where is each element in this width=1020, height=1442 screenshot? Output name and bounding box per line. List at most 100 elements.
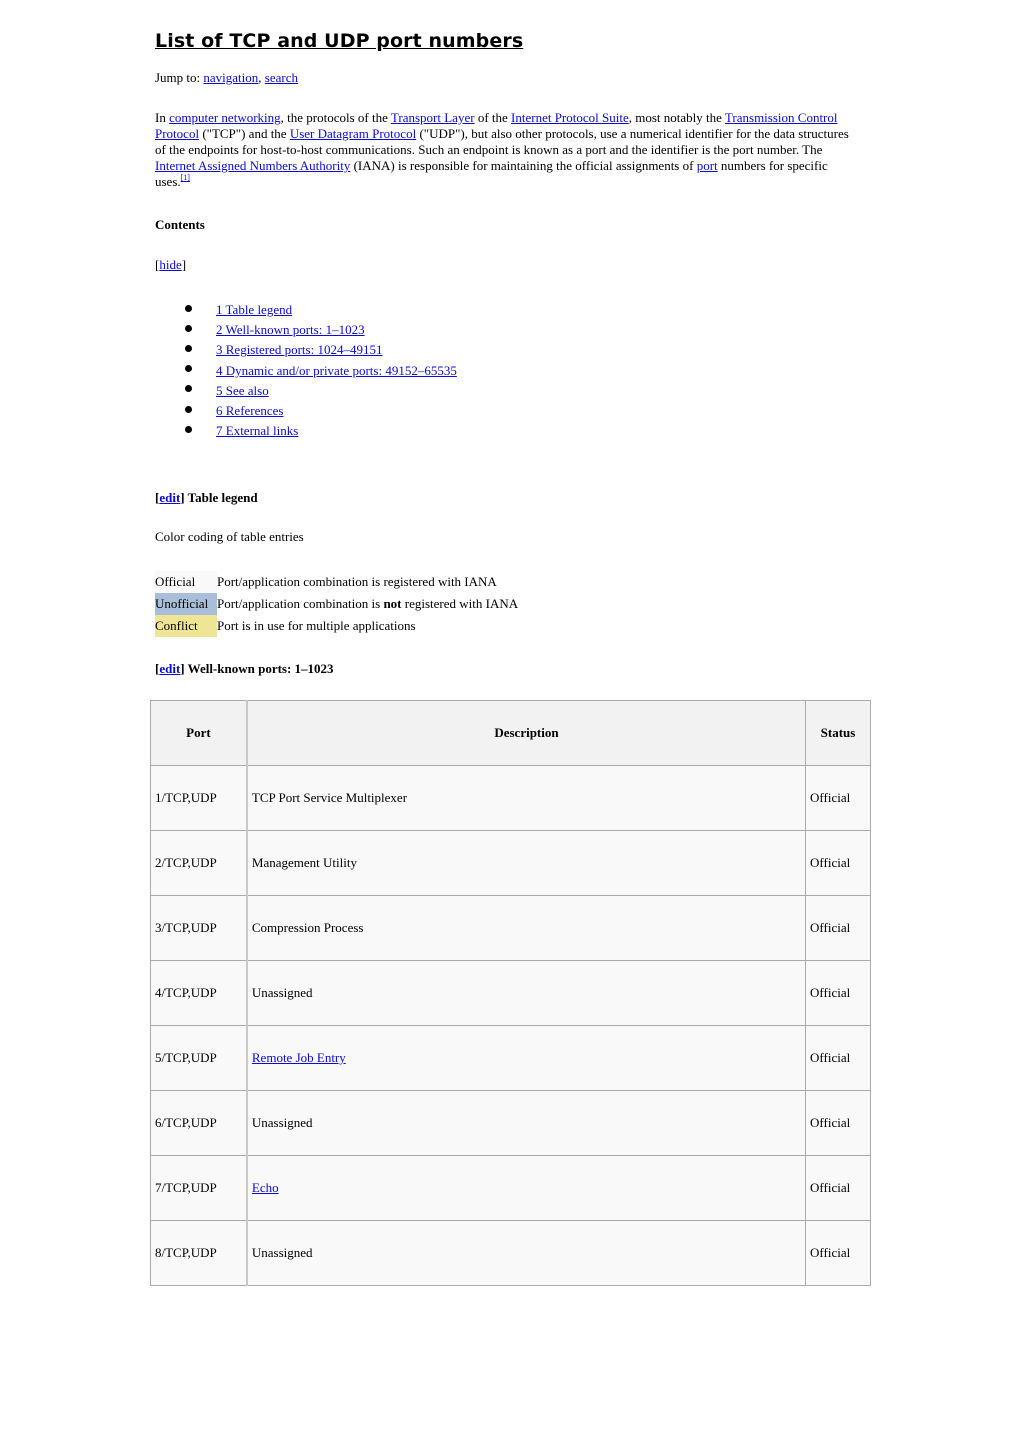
legend-row: Conflict Port is in use for multiple app… [155, 615, 518, 637]
description-cell: Unassigned [246, 960, 807, 1026]
legend-row: Official Port/application combination is… [155, 571, 518, 593]
jump-navigation-link[interactable]: navigation [203, 70, 258, 85]
bullet-icon [185, 365, 192, 373]
legend-text-part: registered with IANA [401, 596, 519, 611]
edit-link-table-legend[interactable]: edit [159, 490, 180, 505]
jump-search-link[interactable]: search [265, 70, 298, 85]
bullet-icon [185, 344, 192, 352]
status-cell: Official [805, 765, 871, 831]
link-internet-protocol-suite[interactable]: Internet Protocol Suite [511, 110, 629, 125]
toc-toggle: [hide] [155, 257, 186, 273]
page-title: List of TCP and UDP port numbers [155, 30, 524, 52]
legend-text: Port/application combination is register… [217, 571, 518, 593]
toc-item: 3 Registered ports: 1024–49151 [185, 340, 457, 360]
legend-text-part: Port/application combination is [217, 596, 384, 611]
port-cell: 8/TCP,UDP [149, 1220, 248, 1286]
table-row: 5/TCP,UDP Remote Job Entry Official [149, 1025, 871, 1091]
port-cell: 2/TCP,UDP [149, 830, 248, 896]
column-header-description[interactable]: Description [246, 700, 807, 766]
toc-link-table-legend[interactable]: 1 Table legend [216, 302, 292, 318]
toc-link-registered-ports[interactable]: 3 Registered ports: 1024–49151 [216, 342, 382, 358]
section-title: Well-known ports: 1–1023 [187, 661, 334, 676]
intro-text: , the protocols of the [280, 110, 391, 125]
link-iana[interactable]: Internet Assigned Numbers Authority [155, 158, 350, 173]
bullet-icon [185, 385, 192, 393]
bullet-icon [185, 425, 192, 433]
port-cell: 7/TCP,UDP [149, 1155, 248, 1221]
description-cell: Compression Process [246, 895, 807, 961]
legend-text-part: Port is in use for multiple applications [217, 618, 416, 633]
toc-item: 2 Well-known ports: 1–1023 [185, 320, 457, 340]
description-cell: Unassigned [246, 1220, 807, 1286]
intro-text: (IANA) is responsible for maintaining th… [350, 158, 697, 173]
section-heading-table-legend: [edit] Table legend [155, 490, 258, 506]
table-row: 7/TCP,UDP Echo Official [149, 1155, 871, 1221]
edit-link-well-known-ports[interactable]: edit [159, 661, 180, 676]
intro-paragraph: In computer networking, the protocols of… [155, 110, 855, 190]
toc-item: 6 References [185, 401, 457, 421]
toc-item: 7 External links [185, 421, 457, 441]
legend-text-emphasis: not [383, 596, 402, 611]
toc-link-well-known-ports[interactable]: 2 Well-known ports: 1–1023 [216, 322, 365, 338]
status-cell: Official [805, 830, 871, 896]
port-cell: 4/TCP,UDP [149, 960, 248, 1026]
description-cell: Unassigned [246, 1090, 807, 1156]
status-cell: Official [805, 1220, 871, 1286]
toc-link-references[interactable]: 6 References [216, 403, 284, 419]
intro-text: ("TCP") and the [199, 126, 290, 141]
port-cell: 5/TCP,UDP [149, 1025, 248, 1091]
intro-text: In [155, 110, 170, 125]
legend-swatch-conflict: Conflict [155, 615, 217, 637]
status-cell: Official [805, 960, 871, 1026]
legend-row: Unofficial Port/application combination … [155, 593, 518, 615]
bullet-icon [185, 324, 192, 332]
toc-link-external-links[interactable]: 7 External links [216, 423, 298, 439]
hide-toc-link[interactable]: hide [159, 257, 181, 272]
legend-text: Port is in use for multiple applications [217, 615, 518, 637]
ports-table-body: 1/TCP,UDP TCP Port Service Multiplexer Off… [149, 765, 871, 1286]
bracket: ] [181, 257, 187, 272]
column-header-port[interactable]: Port [149, 700, 248, 766]
legend-text-part: Port/application combination is register… [217, 574, 497, 589]
description-cell: Echo [246, 1155, 807, 1221]
link-user-datagram-protocol[interactable]: User Datagram Protocol [290, 126, 416, 141]
table-row: 6/TCP,UDP Unassigned Official [149, 1090, 871, 1156]
contents-title: Contents [155, 217, 205, 232]
legend-description: Color coding of table entries [155, 529, 304, 544]
jump-to-label: Jump to: [155, 70, 204, 85]
description-cell: TCP Port Service Multiplexer [246, 765, 807, 831]
link-port[interactable]: port [697, 158, 718, 173]
legend-table: Official Port/application combination is… [155, 571, 518, 637]
table-row: 4/TCP,UDP Unassigned Official [149, 960, 871, 1026]
column-header-status[interactable]: Status [805, 700, 871, 766]
bracket: ] [180, 661, 188, 676]
toc-item: 1 Table legend [185, 300, 457, 320]
description-link[interactable]: Remote Job Entry [252, 1050, 346, 1065]
table-of-contents: 1 Table legend 2 Well-known ports: 1–102… [185, 300, 457, 441]
table-row: 2/TCP,UDP Management Utility Official [149, 830, 871, 896]
table-row: 1/TCP,UDP TCP Port Service Multiplexer Off… [149, 765, 871, 831]
port-cell: 6/TCP,UDP [149, 1090, 248, 1156]
table-header-row: Port Description Status [149, 700, 871, 766]
jump-to: Jump to: navigation, search [155, 70, 298, 86]
description-cell: Remote Job Entry [246, 1025, 807, 1091]
section-title: Table legend [187, 490, 258, 505]
reference-link[interactable]: [1] [181, 173, 190, 182]
status-cell: Official [805, 895, 871, 961]
toc-link-dynamic-ports[interactable]: 4 Dynamic and/or private ports: 49152–65… [216, 363, 457, 379]
table-row: 3/TCP,UDP Compression Process Official [149, 895, 871, 961]
port-cell: 3/TCP,UDP [149, 895, 248, 961]
bracket: ] [180, 490, 188, 505]
description-cell: Management Utility [246, 830, 807, 896]
toc-link-see-also[interactable]: 5 See also [216, 383, 269, 399]
link-computer-networking[interactable]: computer networking [169, 110, 281, 125]
toc-item: 5 See also [185, 381, 457, 401]
bullet-icon [185, 405, 192, 413]
ports-table: Port Description Status 1/TCP,UDP TCP Por… [149, 700, 871, 1286]
legend-text: Port/application combination is not regi… [217, 593, 518, 615]
table-row: 8/TCP,UDP Unassigned Official [149, 1220, 871, 1286]
description-link[interactable]: Echo [252, 1180, 279, 1195]
bullet-icon [185, 304, 192, 312]
port-cell: 1/TCP,UDP [149, 765, 248, 831]
link-transport-layer[interactable]: Transport Layer [391, 110, 475, 125]
